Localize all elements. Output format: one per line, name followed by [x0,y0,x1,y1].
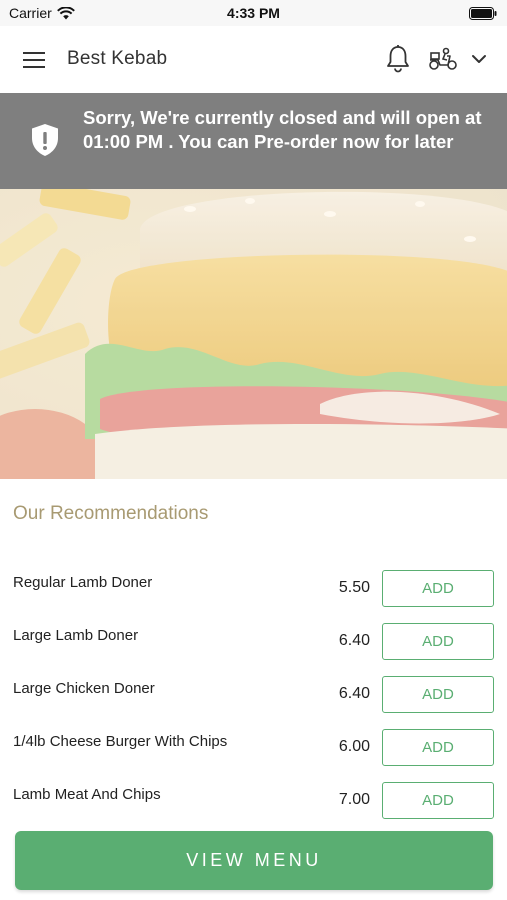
item-price: 7.00 [338,791,370,808]
status-bar: Carrier 4:33 PM [0,0,507,26]
add-button[interactable]: ADD [382,570,494,607]
add-button[interactable]: ADD [382,676,494,713]
item-name: 1/4lb Cheese Burger With Chips [13,733,228,750]
list-item: Regular Lamb Doner 5.50 ADD [0,563,507,616]
restaurant-title: Best Kebab [67,48,168,69]
scooter-icon[interactable] [427,46,459,72]
app-header: Best Kebab [0,26,507,93]
status-time: 4:33 PM [227,5,280,21]
recommendations-heading: Our Recommendations [13,503,209,524]
list-item: 1/4lb Cheese Burger With Chips 6.00 ADD [0,722,507,775]
chevron-down-icon[interactable] [469,50,489,68]
item-price: 5.50 [338,579,370,596]
list-item: Large Chicken Doner 6.40 ADD [0,669,507,722]
menu-icon[interactable] [20,48,48,72]
add-button[interactable]: ADD [382,782,494,819]
add-button[interactable]: ADD [382,623,494,660]
item-price: 6.00 [338,738,370,755]
closed-notice-text: Sorry, We're currently closed and will o… [83,107,482,152]
view-menu-button[interactable]: VIEW MENU [15,831,493,890]
closed-notice-banner: Sorry, We're currently closed and will o… [0,93,507,189]
battery-icon [469,7,497,25]
item-name: Large Chicken Doner [13,680,155,697]
item-price: 6.40 [338,685,370,702]
list-item: Large Lamb Doner 6.40 ADD [0,616,507,669]
shield-exclamation-icon [30,123,60,162]
item-price: 6.40 [338,632,370,649]
item-name: Lamb Meat And Chips [13,786,161,803]
list-item: Lamb Meat And Chips 7.00 ADD [0,775,507,828]
item-name: Large Lamb Doner [13,627,139,644]
hero-food-image [0,189,507,479]
add-button[interactable]: ADD [382,729,494,766]
item-name: Regular Lamb Doner [13,574,153,591]
bell-icon[interactable] [385,44,411,74]
